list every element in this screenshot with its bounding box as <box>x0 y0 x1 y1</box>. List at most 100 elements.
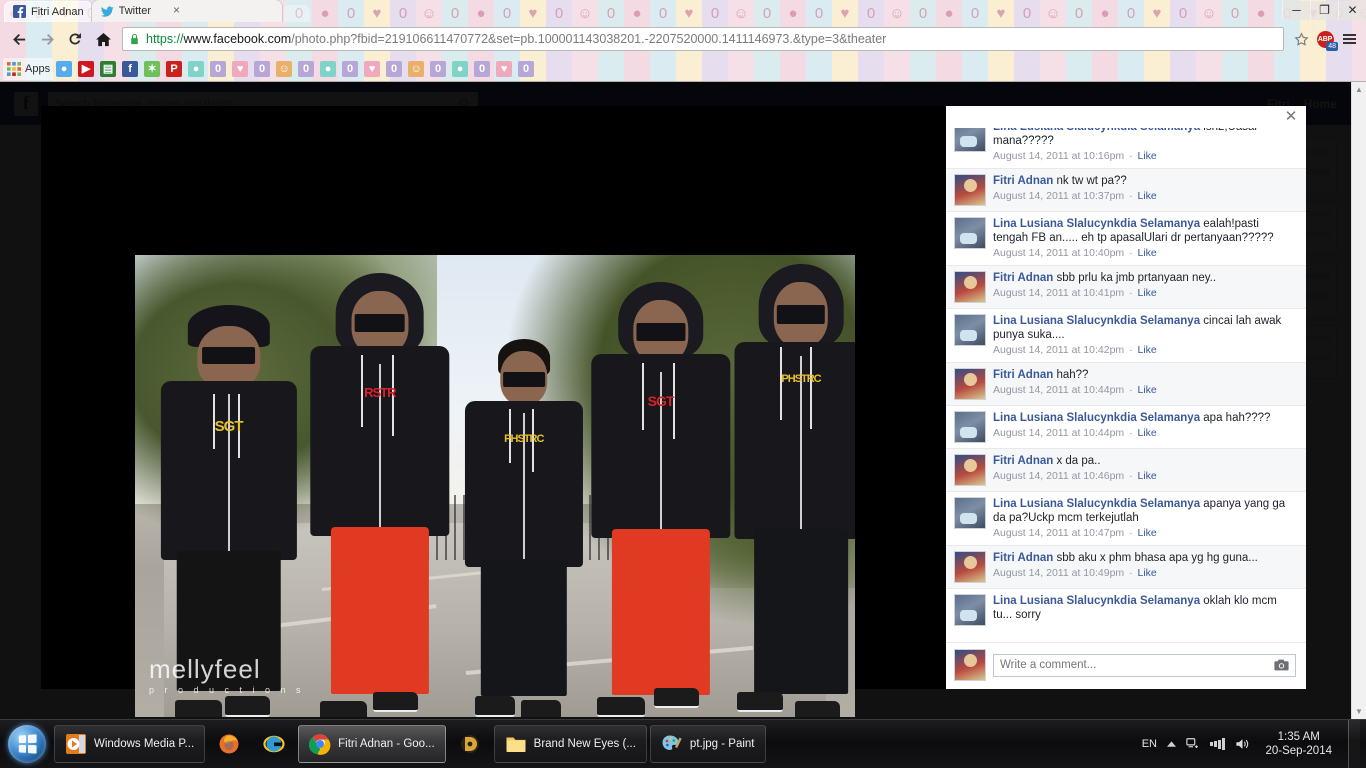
bookmark-heart-icon[interactable]: ♥ <box>229 58 251 80</box>
maximize-button[interactable]: ❐ <box>1310 0 1338 20</box>
taskbar-item-windows-media-p[interactable]: Windows Media P... <box>54 725 206 763</box>
clock[interactable]: 1:35 AM 20-Sep-2014 <box>1260 730 1339 758</box>
scroll-up-arrow[interactable]: ▲ <box>1355 82 1363 97</box>
avatar[interactable] <box>954 411 986 443</box>
taskbar-item-fitri-adnan-goo[interactable]: Fitri Adnan - Goo... <box>298 725 446 763</box>
bookmark-zero-icon[interactable]: 0 <box>295 58 317 80</box>
language-indicator[interactable]: EN <box>1142 738 1157 750</box>
like-button[interactable]: Like <box>1138 470 1157 482</box>
bookmark-facebook-icon[interactable]: f <box>119 58 141 80</box>
hamburger-menu-icon[interactable] <box>1338 34 1360 44</box>
like-button[interactable]: Like <box>1138 150 1157 162</box>
bookmark-zero-icon[interactable]: 0 <box>471 58 493 80</box>
bookmark-youtube-icon[interactable]: ▶ <box>75 58 97 80</box>
tab-fitri-adnan[interactable]: Fitri Adnan <box>4 1 92 22</box>
bookmark-apps[interactable]: Apps <box>3 57 54 80</box>
forward-arrow-icon[interactable] <box>34 26 60 52</box>
bookmark-zero-icon[interactable]: 0 <box>515 58 537 80</box>
taskbar-item-brand-new-eyes[interactable]: Brand New Eyes (... <box>493 725 647 763</box>
comment-item[interactable]: Lina Lusiana Slalucynkdia Selamanya apan… <box>946 491 1306 545</box>
avatar[interactable] <box>954 217 986 249</box>
avatar[interactable] <box>954 174 986 206</box>
close-theater-button[interactable]: ✕ <box>1282 107 1300 125</box>
comment-item[interactable]: Lina Lusiana Slalucynkdia Selamanya apa … <box>946 405 1306 448</box>
page-scrollbar[interactable]: ▲ ▼ <box>1351 82 1366 719</box>
bookmark-bird-icon[interactable]: ● <box>317 58 339 80</box>
bookmark-bird-icon[interactable]: ● <box>185 58 207 80</box>
like-button[interactable]: Like <box>1138 427 1157 439</box>
comment-author[interactable]: Lina Lusiana Slalucynkdia Selamanya <box>993 498 1200 510</box>
comment-author[interactable]: Lina Lusiana Slalucynkdia Selamanya <box>993 128 1200 133</box>
avatar[interactable] <box>954 368 986 400</box>
like-button[interactable]: Like <box>1138 384 1157 396</box>
close-button[interactable]: ✕ <box>1338 0 1366 20</box>
bookmark-heart-icon[interactable]: ♥ <box>493 58 515 80</box>
bookmark-zero-icon[interactable]: 0 <box>383 58 405 80</box>
avatar[interactable] <box>954 454 986 486</box>
address-bar[interactable]: https://www.facebook.com/photo.php?fbid=… <box>122 27 1284 51</box>
avatar[interactable] <box>954 128 986 152</box>
bookmark-zero-icon[interactable]: 0 <box>427 58 449 80</box>
new-tab-button[interactable] <box>283 5 310 22</box>
signal-bars-icon[interactable] <box>1210 738 1225 750</box>
chevron-up-icon[interactable] <box>1167 740 1176 748</box>
comment-item[interactable]: Fitri Adnan sbb prlu ka jmb prtanyaan ne… <box>946 265 1306 308</box>
comment-author[interactable]: Lina Lusiana Slalucynkdia Selamanya <box>993 218 1200 230</box>
like-button[interactable]: Like <box>1138 527 1157 539</box>
bookmark-bird-icon[interactable]: ● <box>449 58 471 80</box>
bookmark-pinterest-icon[interactable]: P <box>163 58 185 80</box>
bookmark-heart-icon[interactable]: ♥ <box>361 58 383 80</box>
comment-item[interactable]: Fitri Adnan sbb aku x phm bhasa apa yg h… <box>946 545 1306 588</box>
taskbar-item-firefox[interactable] <box>208 725 250 763</box>
avatar[interactable] <box>954 271 986 303</box>
taskbar-item-internet-explorer[interactable] <box>253 725 295 763</box>
comment-author[interactable]: Lina Lusiana Slalucynkdia Selamanya <box>993 412 1200 424</box>
like-button[interactable]: Like <box>1138 247 1157 259</box>
avatar[interactable] <box>954 314 986 346</box>
bookmark-person-icon[interactable]: ☺ <box>405 58 427 80</box>
tab-close-button[interactable]: × <box>170 4 183 18</box>
comment-author[interactable]: Fitri Adnan <box>993 455 1053 467</box>
comment-item[interactable]: Fitri Adnan x da pa.. August 14, 2011 at … <box>946 448 1306 491</box>
tab-twitter[interactable]: Twitter × <box>91 0 282 22</box>
avatar[interactable] <box>954 497 986 529</box>
adblock-plus-icon[interactable]: ABP 48 <box>1314 28 1338 51</box>
like-button[interactable]: Like <box>1138 344 1157 356</box>
show-desktop-button[interactable] <box>1348 720 1360 768</box>
network-icon[interactable] <box>1186 737 1200 751</box>
volume-icon[interactable] <box>1235 737 1250 751</box>
avatar[interactable] <box>954 551 986 583</box>
like-button[interactable]: Like <box>1138 567 1157 579</box>
home-icon[interactable] <box>90 26 116 52</box>
comment-item[interactable]: Fitri Adnan nk tw wt pa?? August 14, 2011… <box>946 168 1306 211</box>
bookmark-zero-icon[interactable]: 0 <box>207 58 229 80</box>
comment-input-wrapper[interactable] <box>993 653 1296 677</box>
comment-item[interactable]: Fitri Adnan hah?? August 14, 2011 at 10:4… <box>946 362 1306 405</box>
photo-image[interactable]: SGT RSTR PHSTRC SGT PHSTRC mellyfeel p r… <box>135 255 855 717</box>
like-button[interactable]: Like <box>1138 190 1157 202</box>
bookmark-zero-icon[interactable]: 0 <box>251 58 273 80</box>
comment-author[interactable]: Fitri Adnan <box>993 369 1053 381</box>
comment-author[interactable]: Fitri Adnan <box>993 552 1053 564</box>
bookmark-person-icon[interactable]: ☺ <box>273 58 295 80</box>
reload-icon[interactable] <box>62 26 88 52</box>
comment-item[interactable]: Lina Lusiana Slalucynkdia Selamanya ish2… <box>946 128 1306 168</box>
back-arrow-icon[interactable] <box>6 26 32 52</box>
comment-author[interactable]: Lina Lusiana Slalucynkdia Selamanya <box>993 595 1200 607</box>
taskbar-item-pt-jpg-paint[interactable]: pt.jpg - Paint <box>649 725 766 763</box>
comment-author[interactable]: Lina Lusiana Slalucynkdia Selamanya <box>993 315 1200 327</box>
avatar[interactable] <box>954 594 986 626</box>
bookmark-notes-icon[interactable]: ▤ <box>97 58 119 80</box>
comment-input[interactable] <box>1000 659 1274 671</box>
camera-icon[interactable] <box>1274 659 1289 671</box>
taskbar-item-daemon-tools[interactable] <box>449 725 491 763</box>
bookmark-zero-icon[interactable]: 0 <box>339 58 361 80</box>
bookmark-android-icon[interactable]: ✶ <box>141 58 163 80</box>
scroll-down-arrow[interactable]: ▼ <box>1355 704 1363 719</box>
comment-item[interactable]: Lina Lusiana Slalucynkdia Selamanya eala… <box>946 211 1306 265</box>
comment-item[interactable]: Lina Lusiana Slalucynkdia Selamanya cinc… <box>946 308 1306 362</box>
bookmark-twitter-icon[interactable]: ● <box>53 58 75 80</box>
comment-author[interactable]: Fitri Adnan <box>993 175 1053 187</box>
minimize-button[interactable]: ─ <box>1282 0 1310 20</box>
comment-author[interactable]: Fitri Adnan <box>993 272 1053 284</box>
